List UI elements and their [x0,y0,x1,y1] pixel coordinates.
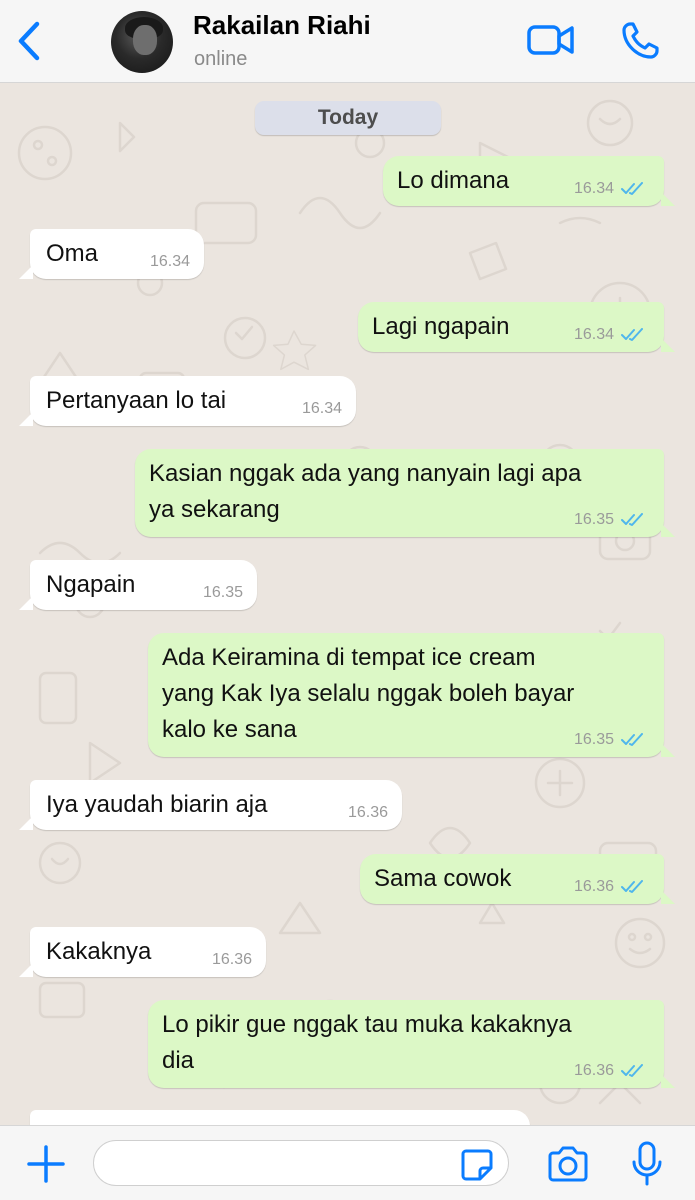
incoming-message[interactable]: Iya yaudah biarin aja 16.36 [19,780,402,830]
video-camera-icon [527,25,574,55]
message-text-line: yang Kak Iya selalu nggak boleh bayar [162,680,575,707]
outgoing-message[interactable]: Lo pikir gue nggak tau muka kakaknya dia… [148,1000,675,1088]
attach-button[interactable] [26,1144,66,1184]
message-time: 16.35 [573,731,614,748]
chevron-left-icon [18,21,40,61]
back-button[interactable] [10,18,50,64]
camera-button[interactable] [546,1144,590,1184]
message-time: 16.34 [149,253,190,270]
phone-icon [622,22,659,59]
outgoing-message[interactable]: Kasian nggak ada yang nanyain lagi apa y… [135,449,675,537]
voice-call-button[interactable] [619,20,661,62]
avatar[interactable] [111,11,173,73]
contact-status: online [194,48,248,70]
camera-icon [548,1146,588,1182]
outgoing-message[interactable]: Lagi ngapain 16.34 [358,302,675,352]
sticker-button[interactable] [460,1148,494,1182]
read-receipt-icon [621,328,643,341]
message-list[interactable]: Today Lo dimana 16.34 Oma 16.34 Lagi nga… [0,83,695,1125]
message-text-line: Lo pikir gue nggak tau muka kakaknya [162,1011,572,1038]
message-time: 16.34 [573,180,614,197]
incoming-message[interactable]: Pertanyaan lo tai 16.34 [19,376,356,426]
message-time: 16.36 [211,951,252,968]
microphone-button[interactable] [630,1140,664,1188]
message-time: 16.36 [573,878,614,895]
read-receipt-icon [621,733,643,746]
message-text-line: Ada Keiramina di tempat ice cream [162,644,536,671]
microphone-icon [632,1141,662,1186]
outgoing-message[interactable]: Ada Keiramina di tempat ice cream yang K… [148,633,675,757]
message-input[interactable] [93,1140,509,1186]
sticker-icon [461,1149,493,1181]
incoming-message[interactable]: Oma 16.34 [19,229,204,279]
composer-bar [0,1125,695,1200]
outgoing-message[interactable]: Lo dimana 16.34 [383,156,675,206]
message-time: 16.36 [573,1062,614,1079]
message-time: 16.35 [573,511,614,528]
read-receipt-icon [621,880,643,893]
contact-name[interactable]: Rakailan Riahi [193,10,371,41]
message-time: 16.36 [347,804,388,821]
incoming-message-partial[interactable] [30,1110,530,1125]
incoming-message[interactable]: Ngapain 16.35 [19,560,257,610]
read-receipt-icon [621,1064,643,1077]
message-time: 16.34 [573,326,614,343]
message-text-line: Kasian nggak ada yang nanyain lagi apa [149,460,582,487]
read-receipt-icon [621,513,643,526]
date-separator: Today [255,101,441,135]
plus-icon [27,1145,65,1183]
video-call-button[interactable] [526,22,576,58]
outgoing-message[interactable]: Sama cowok 16.36 [360,854,675,904]
message-time: 16.35 [202,584,243,601]
message-time: 16.34 [301,400,342,417]
read-receipt-icon [621,182,643,195]
incoming-message[interactable]: Kakaknya 16.36 [19,927,266,977]
chat-header: Rakailan Riahi online [0,0,695,83]
